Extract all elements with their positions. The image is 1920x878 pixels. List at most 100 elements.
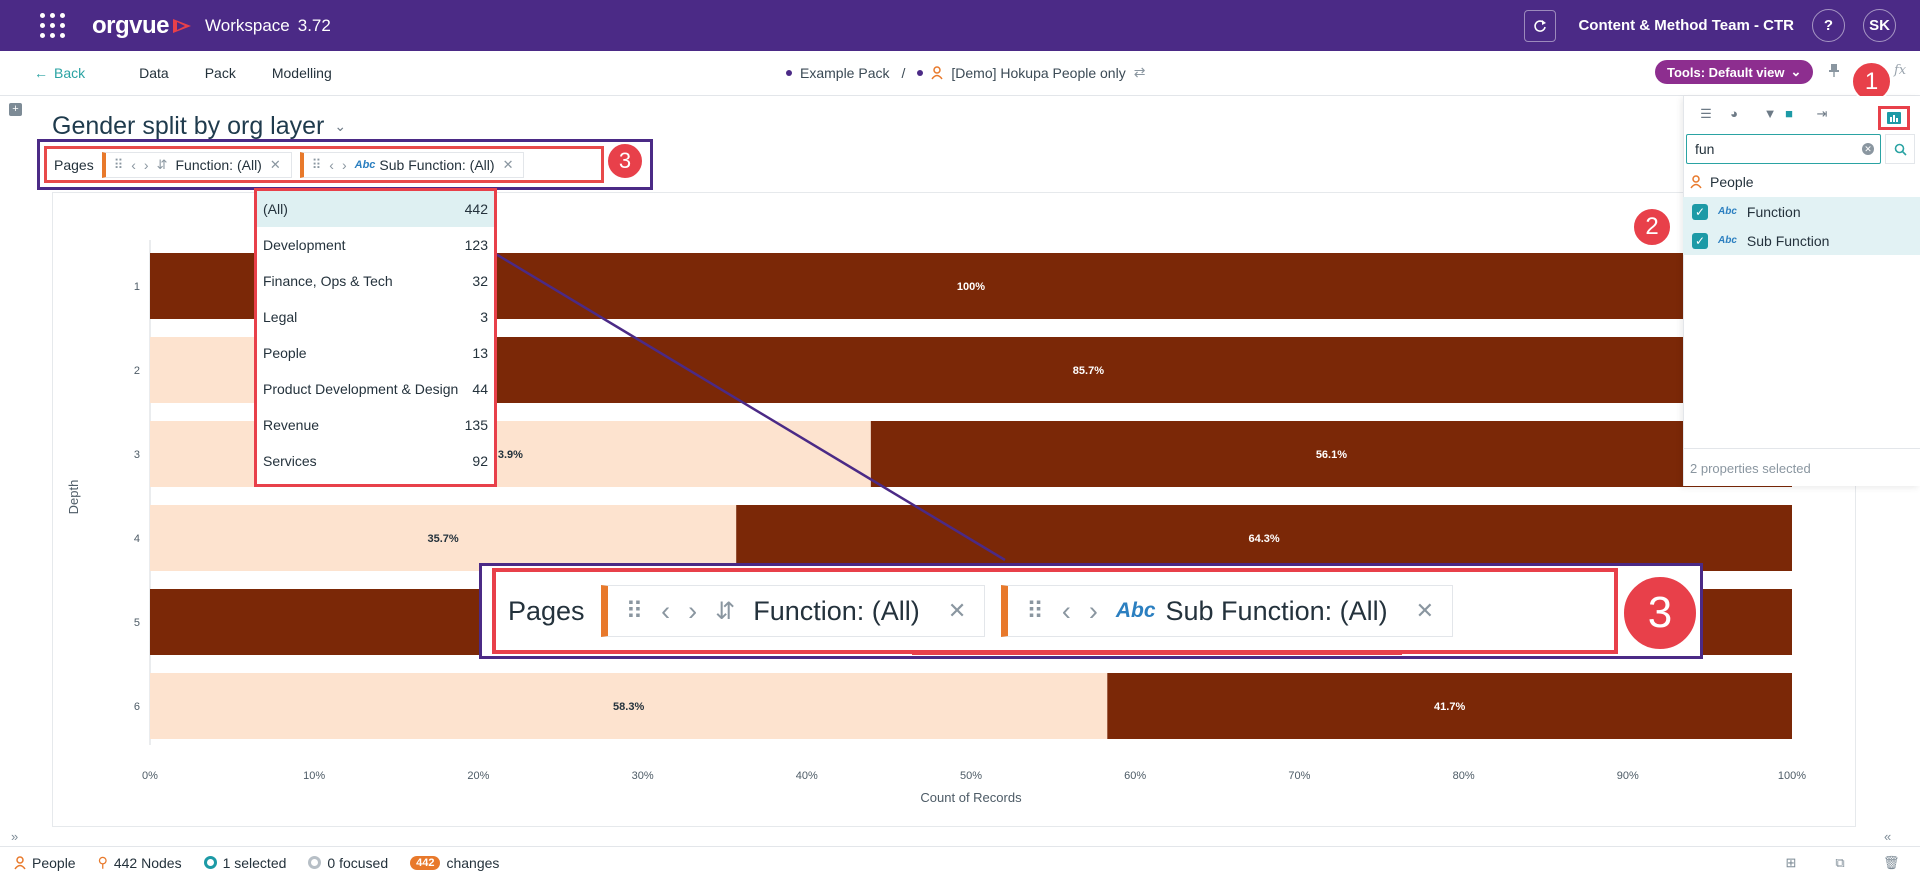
clear-search-icon[interactable]: ✕ [1862, 143, 1874, 155]
filter-icon[interactable]: ▼ [1762, 106, 1778, 122]
refresh-button[interactable] [1524, 9, 1557, 42]
property-group-label: People [1710, 174, 1754, 190]
dropdown-item-count: 44 [472, 381, 488, 397]
drag-handle-icon[interactable]: ⠿ [626, 597, 644, 626]
chevron-left-icon[interactable]: ‹ [329, 157, 334, 173]
property-search-input[interactable]: fun ✕ [1686, 134, 1881, 164]
status-nodes[interactable]: ⚲ 442 Nodes [98, 854, 182, 871]
back-label: Back [54, 65, 86, 81]
sub-function-filter-chip[interactable]: ⠿ ‹ › Abc Sub Function: (All) ✕ [1001, 585, 1454, 637]
app-launcher-icon[interactable] [40, 12, 68, 40]
property-label: Function [1746, 203, 1801, 220]
selection-summary: 2 properties selected [1683, 448, 1920, 476]
drag-handle-icon[interactable]: ⠿ [312, 157, 322, 173]
dropdown-item[interactable]: People 13 [257, 335, 494, 371]
dropdown-item-count: 92 [472, 453, 488, 469]
property-row-sub-function[interactable]: ✓ Abc Sub Function [1683, 226, 1920, 255]
sub-function-filter-chip[interactable]: ⠿ ‹ › Abc Sub Function: (All) ✕ [299, 151, 525, 178]
dataset-dot-icon [917, 69, 924, 76]
chevron-left-icon[interactable]: ‹ [661, 596, 670, 627]
status-selected-label: 1 selected [222, 854, 287, 871]
nav-pack[interactable]: Pack [205, 65, 236, 81]
dropdown-item[interactable]: (All) 442 [257, 191, 494, 227]
status-changes-label: changes [446, 854, 500, 871]
drag-handle-icon[interactable]: ⠿ [114, 157, 124, 173]
add-panel-icon[interactable]: + [9, 103, 22, 116]
chevron-right-icon[interactable]: › [342, 157, 347, 173]
chevron-right-icon[interactable]: › [1089, 596, 1098, 627]
status-dataset[interactable]: People [14, 855, 76, 871]
dropdown-item[interactable]: Finance, Ops & Tech 32 [257, 263, 494, 299]
chevron-down-icon[interactable]: ⌄ [334, 118, 346, 135]
person-icon [1690, 175, 1702, 189]
function-filter-label[interactable]: Function: (All) [753, 596, 920, 627]
close-icon[interactable]: ✕ [948, 598, 966, 624]
nav-data[interactable]: Data [139, 65, 169, 81]
layers-icon[interactable]: ■ [1781, 106, 1797, 122]
nav-modelling[interactable]: Modelling [272, 65, 332, 81]
dropdown-item-count: 123 [464, 237, 488, 253]
property-group-people[interactable]: People [1690, 174, 1754, 190]
delete-icon[interactable]: 🗑 [1883, 855, 1900, 870]
dropdown-item-count: 135 [464, 417, 488, 433]
export-icon[interactable]: ⇥ [1814, 106, 1830, 122]
dropdown-item[interactable]: Services 92 [257, 443, 494, 479]
back-link[interactable]: ← Back [34, 65, 85, 81]
chevron-right-icon[interactable]: › [144, 157, 149, 173]
dropdown-item[interactable]: Revenue 135 [257, 407, 494, 443]
dropdown-item[interactable]: Product Development & Design 44 [257, 371, 494, 407]
pages-bar: Pages ⠿ ‹ › ⇵ Function: (All) ✕ ⠿ ‹ › Ab… [44, 146, 604, 183]
close-icon[interactable]: ✕ [503, 157, 514, 173]
expand-right-icon[interactable]: « [1884, 829, 1891, 844]
pack-dot-icon [786, 69, 792, 76]
sync-icon[interactable]: ⇄ [1134, 64, 1146, 81]
abc-icon: Abc [1718, 206, 1737, 217]
function-filter-chip[interactable]: ⠿ ‹ › ⇵ Function: (All) ✕ [600, 585, 986, 637]
callout-badge-3: 3 [606, 142, 644, 180]
callout-badge-3-large: 3 [1621, 574, 1699, 652]
list-icon[interactable]: ☰ [1698, 106, 1714, 122]
close-icon[interactable]: ✕ [270, 157, 281, 173]
callout-badge-2: 2 [1632, 207, 1672, 247]
chart-title[interactable]: Gender split by org layer [52, 112, 324, 141]
dropdown-item-label: (All) [263, 201, 288, 217]
property-row-function[interactable]: ✓ Abc Function [1683, 197, 1920, 226]
duplicate-icon[interactable]: ⧉ [1833, 855, 1847, 870]
tools-view-selector[interactable]: Tools: Default view ⌄ [1655, 60, 1814, 84]
checkbox-checked-icon[interactable]: ✓ [1692, 232, 1708, 249]
palette-icon[interactable]: ◕ [1726, 106, 1742, 122]
chevron-left-icon[interactable]: ‹ [131, 157, 136, 173]
add-node-icon[interactable]: ⊞ [1784, 855, 1798, 870]
team-selector[interactable]: Content & Method Team - CTR [1578, 17, 1794, 34]
brand-name: orgvue [92, 11, 170, 39]
checkbox-checked-icon[interactable]: ✓ [1692, 203, 1708, 220]
function-filter-chip[interactable]: ⠿ ‹ › ⇵ Function: (All) ✕ [101, 151, 292, 178]
brand-logo[interactable]: orgvue [92, 12, 193, 40]
dropdown-item[interactable]: Legal 3 [257, 299, 494, 335]
sub-function-filter-label[interactable]: Sub Function: (All) [1166, 596, 1388, 627]
status-changes[interactable]: 442 changes [410, 855, 499, 871]
chevron-left-icon[interactable]: ‹ [1062, 596, 1071, 627]
tools-label: Tools: Default view [1667, 64, 1785, 80]
chart-properties-tab[interactable] [1878, 106, 1910, 130]
function-dropdown: (All) 442 Development 123 Finance, Ops & Tec… [254, 188, 497, 487]
pages-bar-highlight: Pages ⠿ ‹ › ⇵ Function: (All) ✕ ⠿ ‹ › Ab… [37, 139, 653, 190]
formula-icon[interactable]: fx [1894, 63, 1906, 78]
status-selected[interactable]: 1 selected [203, 854, 287, 871]
breadcrumb-dataset[interactable]: [Demo] Hokupa People only [951, 65, 1125, 81]
chevron-right-icon[interactable]: › [688, 596, 697, 627]
expand-left-icon[interactable]: » [11, 829, 18, 844]
dropdown-item[interactable]: Development 123 [257, 227, 494, 263]
help-button[interactable]: ? [1812, 9, 1845, 42]
function-filter-label[interactable]: Function: (All) [175, 157, 261, 173]
pin-icon[interactable] [1828, 63, 1840, 77]
breadcrumb-pack[interactable]: Example Pack [800, 65, 889, 81]
search-button[interactable] [1885, 134, 1915, 164]
abc-icon: Abc [354, 158, 376, 171]
dropdown-item-count: 3 [480, 309, 488, 325]
sub-function-filter-label[interactable]: Sub Function: (All) [379, 157, 494, 173]
status-focused[interactable]: 0 focused [308, 855, 388, 871]
drag-handle-icon[interactable]: ⠿ [1026, 597, 1044, 626]
user-avatar[interactable]: SK [1863, 9, 1896, 42]
close-icon[interactable]: ✕ [1416, 598, 1434, 624]
